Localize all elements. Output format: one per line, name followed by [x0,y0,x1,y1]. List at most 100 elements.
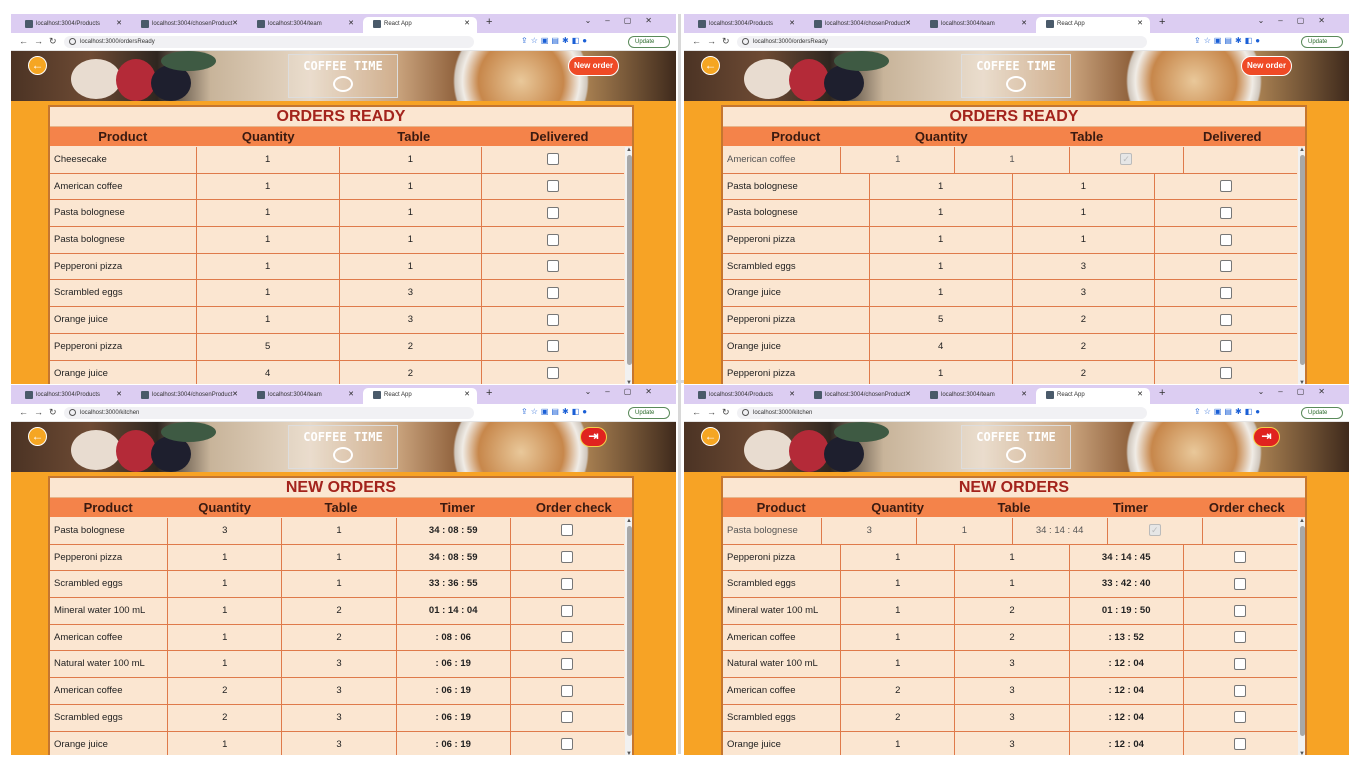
new-tab-icon[interactable]: + [486,16,492,28]
url-field[interactable]: localhost:3000/ordersReady [737,36,1147,48]
checkbox[interactable] [561,604,574,617]
scrollbar[interactable]: ▲ ▼ [1298,518,1305,755]
close-tab-icon[interactable]: ✕ [464,390,470,398]
scroll-down-icon[interactable]: ▼ [626,751,632,755]
checkbox[interactable] [561,524,574,537]
close-tab-icon[interactable]: ✕ [1021,390,1027,398]
browser-tab-active[interactable]: React App ✕ [363,17,477,33]
update-button[interactable]: Update [1301,407,1343,419]
checkbox[interactable] [547,233,560,246]
url-field[interactable]: localhost:3000/kitchen [737,407,1147,419]
logout-icon[interactable]: ⇥ [580,427,607,447]
browser-tab-active[interactable]: React App ✕ [363,388,477,404]
scroll-up-icon[interactable]: ▲ [1299,518,1305,524]
window-controls[interactable]: ⌄–▢✕ [585,387,666,396]
close-tab-icon[interactable]: ✕ [905,390,911,398]
logout-icon[interactable]: ⇥ [1253,427,1280,447]
back-button[interactable]: ← [28,427,47,446]
close-tab-icon[interactable]: ✕ [348,390,354,398]
scroll-down-icon[interactable]: ▼ [1299,380,1305,384]
checkbox[interactable] [1220,313,1233,326]
browser-tab[interactable]: localhost:3004/team ✕ [920,388,1034,404]
close-tab-icon[interactable]: ✕ [116,390,122,398]
scrollbar-thumb[interactable] [1300,155,1305,365]
checkbox[interactable] [1220,206,1233,219]
checkbox[interactable] [1234,711,1247,724]
browser-tab[interactable]: localhost:3004/team ✕ [247,388,361,404]
checkbox[interactable] [1234,551,1247,564]
browser-tab[interactable]: localhost:3004/chosenProduct ✕ [804,17,918,33]
browser-tab-active[interactable]: React App ✕ [1036,388,1150,404]
checkbox[interactable] [547,153,560,166]
checkbox[interactable] [1220,366,1233,379]
new-tab-icon[interactable]: + [486,387,492,399]
checkbox[interactable] [547,340,560,353]
checked-checkbox[interactable]: ✓ [1148,524,1161,537]
close-tab-icon[interactable]: ✕ [905,19,911,27]
scrollbar[interactable]: ▲ ▼ [625,147,632,384]
close-tab-icon[interactable]: ✕ [232,390,238,398]
new-order-button[interactable]: New order [1241,56,1292,76]
scroll-up-icon[interactable]: ▲ [1299,147,1305,153]
close-tab-icon[interactable]: ✕ [1021,19,1027,27]
update-button[interactable]: Update [628,407,670,419]
nav-buttons[interactable]: ←→↻ [19,36,63,47]
nav-buttons[interactable]: ←→↻ [692,407,736,418]
checkbox[interactable] [561,657,574,670]
browser-tab[interactable]: localhost:3004/Products ✕ [688,388,802,404]
scroll-down-icon[interactable]: ▼ [1299,751,1305,755]
checkbox[interactable] [1220,180,1233,193]
checkbox[interactable] [547,366,560,379]
close-tab-icon[interactable]: ✕ [464,19,470,27]
extensions-icon[interactable]: ⇪☆▣▤✱◧● [521,36,590,45]
checkbox[interactable] [547,286,560,299]
checkbox[interactable] [1234,684,1247,697]
extensions-icon[interactable]: ⇪☆▣▤✱◧● [1194,407,1263,416]
close-tab-icon[interactable]: ✕ [1137,390,1143,398]
browser-tab[interactable]: localhost:3004/chosenProduct ✕ [131,17,245,33]
browser-tab[interactable]: localhost:3004/team ✕ [247,17,361,33]
checkbox[interactable] [1234,657,1247,670]
checked-checkbox[interactable]: ✓ [1120,153,1133,166]
checkbox[interactable] [561,631,574,644]
scrollbar-thumb[interactable] [627,526,632,736]
new-order-button[interactable]: New order [568,56,619,76]
window-controls[interactable]: ⌄–▢✕ [585,16,666,25]
checkbox[interactable] [561,684,574,697]
close-tab-icon[interactable]: ✕ [348,19,354,27]
window-controls[interactable]: ⌄–▢✕ [1258,387,1339,396]
checkbox[interactable] [561,551,574,564]
checkbox[interactable] [547,180,560,193]
scroll-down-icon[interactable]: ▼ [626,380,632,384]
checkbox[interactable] [547,313,560,326]
back-button[interactable]: ← [701,427,720,446]
scrollbar-thumb[interactable] [627,155,632,365]
checkbox[interactable] [561,737,574,750]
scrollbar[interactable]: ▲ ▼ [625,518,632,755]
browser-tab[interactable]: localhost:3004/Products ✕ [688,17,802,33]
nav-buttons[interactable]: ←→↻ [692,36,736,47]
extensions-icon[interactable]: ⇪☆▣▤✱◧● [521,407,590,416]
checkbox[interactable] [561,711,574,724]
checkbox[interactable] [547,260,560,273]
url-field[interactable]: localhost:3000/ordersReady [64,36,474,48]
browser-tab[interactable]: localhost:3004/team ✕ [920,17,1034,33]
close-tab-icon[interactable]: ✕ [1137,19,1143,27]
update-button[interactable]: Update [628,36,670,48]
extensions-icon[interactable]: ⇪☆▣▤✱◧● [1194,36,1263,45]
checkbox[interactable] [1234,631,1247,644]
checkbox[interactable] [1234,577,1247,590]
url-field[interactable]: localhost:3000/kitchen [64,407,474,419]
back-button[interactable]: ← [701,56,720,75]
scrollbar[interactable]: ▲ ▼ [1298,147,1305,384]
close-tab-icon[interactable]: ✕ [789,19,795,27]
checkbox[interactable] [1234,604,1247,617]
back-button[interactable]: ← [28,56,47,75]
browser-tab[interactable]: localhost:3004/Products ✕ [15,17,129,33]
browser-tab[interactable]: localhost:3004/chosenProduct ✕ [804,388,918,404]
window-controls[interactable]: ⌄–▢✕ [1258,16,1339,25]
update-button[interactable]: Update [1301,36,1343,48]
scroll-up-icon[interactable]: ▲ [626,518,632,524]
nav-buttons[interactable]: ←→↻ [19,407,63,418]
new-tab-icon[interactable]: + [1159,16,1165,28]
